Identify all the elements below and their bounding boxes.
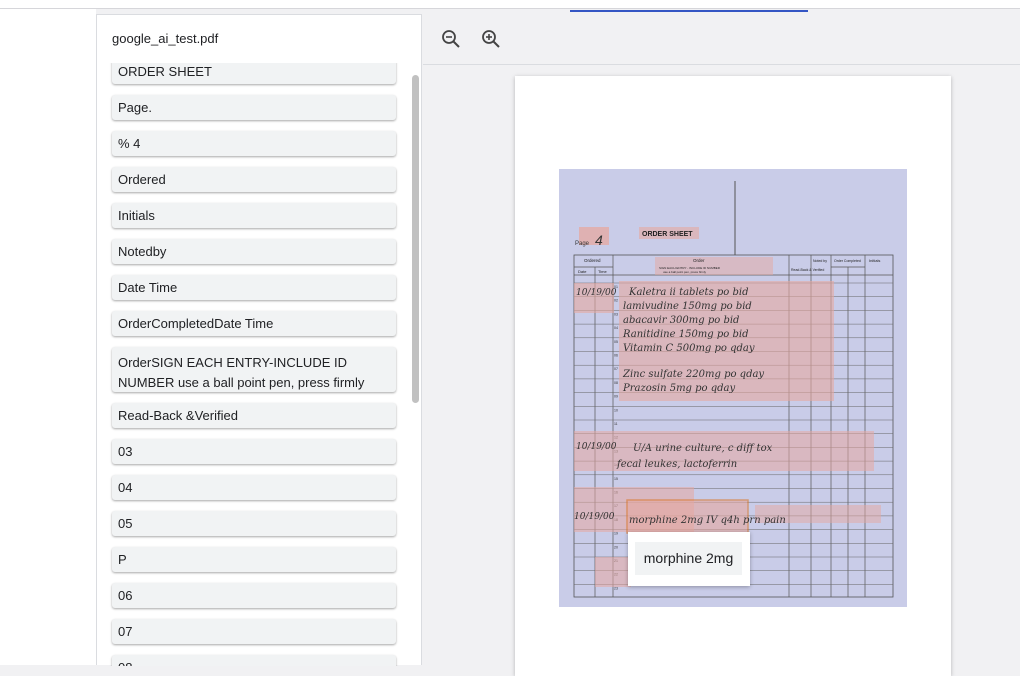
left-gutter [0,9,96,665]
hw-line-3: abacavir 300mg po bid [623,315,739,326]
hw-line-2: lamivudine 150mg po bid [623,301,752,312]
doc-page-label: Page [575,241,590,247]
file-name: google_ai_test.pdf [97,15,421,63]
entity-panel: google_ai_test.pdf ORDER SHEET Page. % 4… [96,14,422,666]
hw-line-8: U/A urine culture, c diff tox [633,443,773,454]
hw-date-3: 10/19/00 [574,512,615,522]
form-row-number: 07 [614,367,618,371]
col-date: Date [578,269,587,274]
col-completed: Order Completed [834,259,861,263]
form-row-number: 06 [614,354,618,358]
list-item[interactable]: Ordered [112,167,396,192]
entity-list: ORDER SHEET Page. % 4 Ordered Initials N… [97,63,409,666]
scrollbar-thumb[interactable] [412,75,419,403]
list-item[interactable]: 05 [112,511,396,536]
list-item[interactable]: ORDER SHEET [112,63,396,84]
form-row-number: 09 [614,395,618,399]
list-item[interactable]: 08 [112,655,396,666]
viewer-toolbar [423,14,1020,65]
form-row-number: 03 [614,312,618,316]
col-order-note2: use a ball point pen, press firmly [663,270,707,274]
pdf-page: Page 4 ORDER SHEET 01 02 03 04 05 06 07 … [515,76,951,676]
form-row-number: 08 [614,381,618,385]
hw-line-6: Zinc sulfate 220mg po qday [622,369,764,380]
list-item[interactable]: OrderSIGN EACH ENTRY-INCLUDE ID NUMBER u… [112,347,396,392]
list-scrollbar[interactable] [411,73,421,666]
list-item[interactable]: OrderCompletedDate Time [112,311,396,336]
col-noted: Noted by [813,259,827,263]
form-row-number: 11 [614,422,618,426]
form-row-number: 15 [614,477,618,481]
list-item[interactable]: Date Time [112,275,396,300]
hw-line-4: Ranitidine 150mg po bid [622,329,748,340]
list-item[interactable]: 03 [112,439,396,464]
zoom-out-icon[interactable] [440,28,462,50]
tooltip-text: morphine 2mg [635,542,742,575]
col-time: Time [598,269,608,274]
list-item[interactable]: 06 [112,583,396,608]
col-initials: Initials [869,258,880,263]
list-item[interactable]: Notedby [112,239,396,264]
hw-date-1: 10/19/00 [576,288,617,298]
hw-line-7: Prazosin 5mg po qday [622,383,735,394]
form-row-number: 02 [614,299,618,303]
zoom-in-icon[interactable] [480,28,502,50]
list-item[interactable]: P [112,547,396,572]
col-ordered: Ordered [584,258,601,263]
hw-line-9: fecal leukes, lactoferrin [616,459,737,470]
hw-line-10: morphine 2mg IV q4h prn pain [629,515,786,526]
form-row-number: 10 [614,408,618,412]
doc-title: ORDER SHEET [642,231,693,238]
form-row-number: 20 [614,545,618,549]
list-item[interactable]: Initials [112,203,396,228]
list-item[interactable]: Read-Back &Verified [112,403,396,428]
form-row-number: 04 [614,326,618,330]
entity-tooltip: morphine 2mg [628,532,750,586]
col-readback: Read-Back & Verified [791,268,824,272]
hw-date-2: 10/19/00 [576,442,617,452]
col-order: Order [693,258,705,263]
hw-line-1: Kaletra ii tablets po bid [628,287,749,298]
form-row-number: 05 [614,340,618,344]
list-item[interactable]: Page. [112,95,396,120]
list-item[interactable]: 07 [112,619,396,644]
doc-page-number: 4 [595,232,603,248]
hw-line-5: Vitamin C 500mg po qday [623,343,755,354]
active-tab-indicator [570,10,808,12]
list-item[interactable]: % 4 [112,131,396,156]
form-row-number: 19 [614,532,618,536]
top-bar [0,0,1020,12]
list-item[interactable]: 04 [112,475,396,500]
